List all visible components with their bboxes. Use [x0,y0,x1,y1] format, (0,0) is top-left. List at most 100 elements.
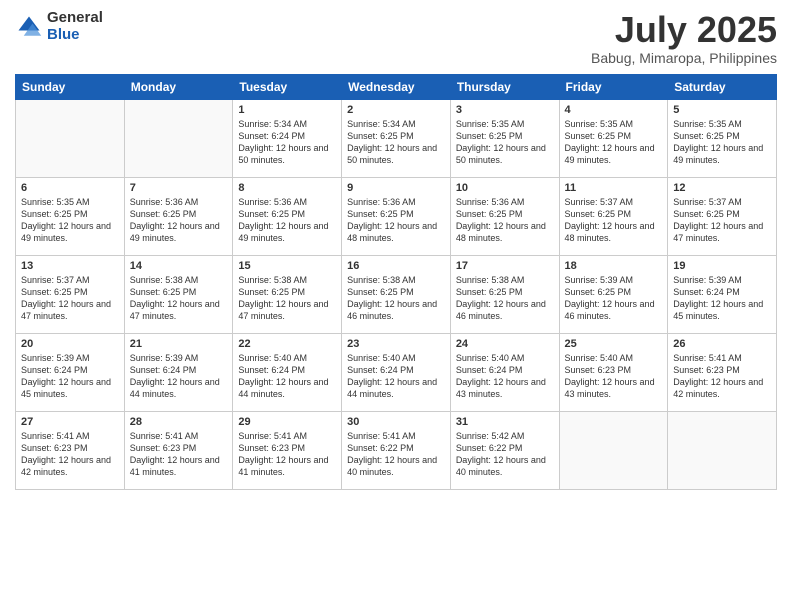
day-info: Sunrise: 5:38 AM Sunset: 6:25 PM Dayligh… [130,274,228,323]
day-number: 9 [347,182,445,194]
day-info: Sunrise: 5:41 AM Sunset: 6:23 PM Dayligh… [21,430,119,479]
day-info: Sunrise: 5:35 AM Sunset: 6:25 PM Dayligh… [565,118,663,167]
day-info: Sunrise: 5:40 AM Sunset: 6:24 PM Dayligh… [238,352,336,401]
day-cell: 6 Sunrise: 5:35 AM Sunset: 6:25 PM Daylig… [16,177,125,255]
day-number: 7 [130,182,228,194]
day-info: Sunrise: 5:34 AM Sunset: 6:24 PM Dayligh… [238,118,336,167]
day-info: Sunrise: 5:39 AM Sunset: 6:25 PM Dayligh… [565,274,663,323]
day-cell: 21 Sunrise: 5:39 AM Sunset: 6:24 PM Dayli… [124,333,233,411]
logo: General Blue [15,10,103,43]
day-cell: 7 Sunrise: 5:36 AM Sunset: 6:25 PM Daylig… [124,177,233,255]
calendar-table: SundayMondayTuesdayWednesdayThursdayFrid… [15,74,777,490]
day-info: Sunrise: 5:35 AM Sunset: 6:25 PM Dayligh… [673,118,771,167]
day-info: Sunrise: 5:42 AM Sunset: 6:22 PM Dayligh… [456,430,554,479]
weekday-header-saturday: Saturday [668,74,777,99]
day-number: 6 [21,182,119,194]
week-row-5: 27 Sunrise: 5:41 AM Sunset: 6:23 PM Dayli… [16,411,777,489]
day-cell: 23 Sunrise: 5:40 AM Sunset: 6:24 PM Dayli… [342,333,451,411]
day-info: Sunrise: 5:35 AM Sunset: 6:25 PM Dayligh… [21,196,119,245]
day-cell: 17Sunrise: 5:38 AM Sunset: 6:25 PM Dayli… [450,255,559,333]
day-info: Sunrise: 5:36 AM Sunset: 6:25 PM Dayligh… [130,196,228,245]
day-number: 31 [456,416,554,428]
day-info: Sunrise: 5:38 AM Sunset: 6:25 PM Dayligh… [347,274,445,323]
logo-text: General Blue [47,10,103,43]
day-number: 26 [673,338,771,350]
weekday-header-tuesday: Tuesday [233,74,342,99]
day-cell: 18Sunrise: 5:39 AM Sunset: 6:25 PM Dayli… [559,255,668,333]
title-block: July 2025 Babug, Mimaropa, Philippines [591,10,777,66]
day-info: Sunrise: 5:40 AM Sunset: 6:24 PM Dayligh… [347,352,445,401]
weekday-header-friday: Friday [559,74,668,99]
day-number: 10 [456,182,554,194]
day-info: Sunrise: 5:40 AM Sunset: 6:24 PM Dayligh… [456,352,554,401]
weekday-header-wednesday: Wednesday [342,74,451,99]
day-cell: 4 Sunrise: 5:35 AM Sunset: 6:25 PM Daylig… [559,99,668,177]
day-number: 21 [130,338,228,350]
day-cell: 30 Sunrise: 5:41 AM Sunset: 6:22 PM Dayli… [342,411,451,489]
day-number: 27 [21,416,119,428]
day-number: 1 [238,104,336,116]
day-cell: 31 Sunrise: 5:42 AM Sunset: 6:22 PM Dayli… [450,411,559,489]
header: General Blue July 2025 Babug, Mimaropa, … [15,10,777,66]
day-cell: 25 Sunrise: 5:40 AM Sunset: 6:23 PM Dayli… [559,333,668,411]
day-number: 23 [347,338,445,350]
day-cell: 10Sunrise: 5:36 AM Sunset: 6:25 PM Dayli… [450,177,559,255]
subtitle: Babug, Mimaropa, Philippines [591,50,777,66]
day-info: Sunrise: 5:41 AM Sunset: 6:23 PM Dayligh… [673,352,771,401]
day-number: 25 [565,338,663,350]
weekday-header-row: SundayMondayTuesdayWednesdayThursdayFrid… [16,74,777,99]
day-cell: 26 Sunrise: 5:41 AM Sunset: 6:23 PM Dayli… [668,333,777,411]
day-cell: 16 Sunrise: 5:38 AM Sunset: 6:25 PM Dayli… [342,255,451,333]
day-cell: 22Sunrise: 5:40 AM Sunset: 6:24 PM Dayli… [233,333,342,411]
day-cell [559,411,668,489]
day-cell: 1 Sunrise: 5:34 AM Sunset: 6:24 PM Daylig… [233,99,342,177]
weekday-header-monday: Monday [124,74,233,99]
week-row-4: 20 Sunrise: 5:39 AM Sunset: 6:24 PM Dayli… [16,333,777,411]
week-row-3: 13 Sunrise: 5:37 AM Sunset: 6:25 PM Dayli… [16,255,777,333]
day-info: Sunrise: 5:37 AM Sunset: 6:25 PM Dayligh… [21,274,119,323]
day-number: 5 [673,104,771,116]
day-number: 15 [238,260,336,272]
day-info: Sunrise: 5:40 AM Sunset: 6:23 PM Dayligh… [565,352,663,401]
day-cell: 15 Sunrise: 5:38 AM Sunset: 6:25 PM Dayli… [233,255,342,333]
day-cell: 9Sunrise: 5:36 AM Sunset: 6:25 PM Daylig… [342,177,451,255]
page: General Blue July 2025 Babug, Mimaropa, … [0,0,792,612]
day-info: Sunrise: 5:41 AM Sunset: 6:22 PM Dayligh… [347,430,445,479]
day-number: 8 [238,182,336,194]
day-number: 28 [130,416,228,428]
day-info: Sunrise: 5:41 AM Sunset: 6:23 PM Dayligh… [238,430,336,479]
day-info: Sunrise: 5:39 AM Sunset: 6:24 PM Dayligh… [673,274,771,323]
day-cell [16,99,125,177]
day-number: 4 [565,104,663,116]
day-cell: 5 Sunrise: 5:35 AM Sunset: 6:25 PM Daylig… [668,99,777,177]
day-cell: 8Sunrise: 5:36 AM Sunset: 6:25 PM Daylig… [233,177,342,255]
weekday-header-sunday: Sunday [16,74,125,99]
day-cell: 29Sunrise: 5:41 AM Sunset: 6:23 PM Dayli… [233,411,342,489]
logo-icon [15,13,43,41]
day-cell: 14Sunrise: 5:38 AM Sunset: 6:25 PM Dayli… [124,255,233,333]
day-cell: 11Sunrise: 5:37 AM Sunset: 6:25 PM Dayli… [559,177,668,255]
day-info: Sunrise: 5:38 AM Sunset: 6:25 PM Dayligh… [456,274,554,323]
day-info: Sunrise: 5:38 AM Sunset: 6:25 PM Dayligh… [238,274,336,323]
logo-general: General [47,10,103,27]
day-number: 3 [456,104,554,116]
day-info: Sunrise: 5:37 AM Sunset: 6:25 PM Dayligh… [673,196,771,245]
day-cell: 12Sunrise: 5:37 AM Sunset: 6:25 PM Dayli… [668,177,777,255]
day-cell: 24 Sunrise: 5:40 AM Sunset: 6:24 PM Dayli… [450,333,559,411]
week-row-1: 1 Sunrise: 5:34 AM Sunset: 6:24 PM Daylig… [16,99,777,177]
day-cell: 13 Sunrise: 5:37 AM Sunset: 6:25 PM Dayli… [16,255,125,333]
day-info: Sunrise: 5:39 AM Sunset: 6:24 PM Dayligh… [130,352,228,401]
day-number: 30 [347,416,445,428]
day-number: 19 [673,260,771,272]
day-cell: 19 Sunrise: 5:39 AM Sunset: 6:24 PM Dayli… [668,255,777,333]
weekday-header-thursday: Thursday [450,74,559,99]
day-info: Sunrise: 5:37 AM Sunset: 6:25 PM Dayligh… [565,196,663,245]
day-number: 24 [456,338,554,350]
day-info: Sunrise: 5:34 AM Sunset: 6:25 PM Dayligh… [347,118,445,167]
day-number: 13 [21,260,119,272]
day-number: 2 [347,104,445,116]
day-info: Sunrise: 5:41 AM Sunset: 6:23 PM Dayligh… [130,430,228,479]
day-cell [668,411,777,489]
day-number: 20 [21,338,119,350]
day-number: 16 [347,260,445,272]
